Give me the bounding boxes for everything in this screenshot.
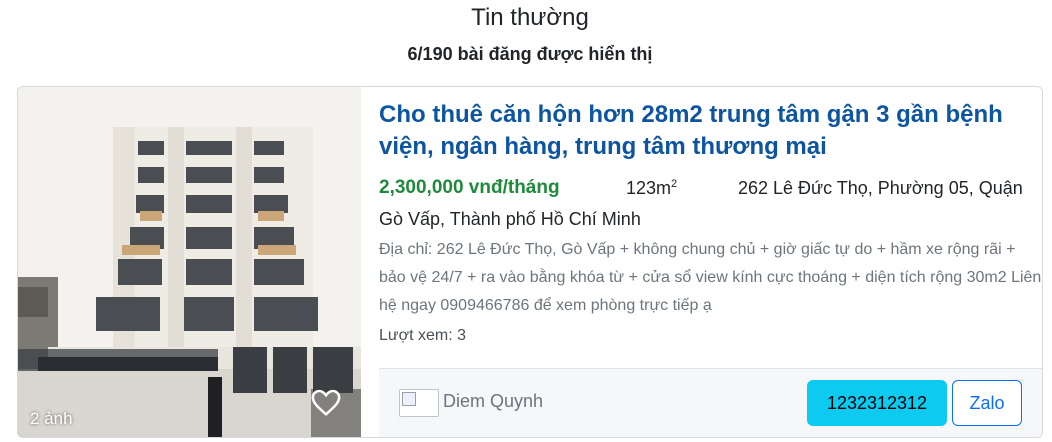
favorite-button[interactable] bbox=[311, 389, 361, 437]
listing-area: 123m2 bbox=[626, 173, 677, 203]
building-image bbox=[18, 87, 361, 437]
listing-title[interactable]: Cho thuê căn hộn hơn 28m2 trung tâm gận … bbox=[379, 99, 1029, 163]
phone-button[interactable]: 1232312312 bbox=[807, 380, 947, 426]
agent-name[interactable]: Diem Quynh bbox=[443, 391, 543, 412]
listing-views: Lượt xem: 3 bbox=[379, 327, 467, 344]
section-title: Tin thường bbox=[471, 4, 589, 31]
listing-card[interactable]: 2 ảnh Cho thuê căn hộn hơn 28m2 trung tâ… bbox=[17, 86, 1043, 438]
listing-description: Địa chỉ: 262 Lê Đức Thọ, Gò Vấp + không … bbox=[379, 241, 1042, 314]
zalo-button[interactable]: Zalo bbox=[952, 380, 1022, 426]
post-count-text: 6/190 bài đăng được hiển thị bbox=[407, 44, 653, 64]
listing-price: 2,300,000 vnđ/tháng bbox=[379, 177, 560, 198]
listing-footer: Diem Quynh 1232312312 Zalo bbox=[379, 368, 1042, 437]
heart-outline-icon bbox=[311, 389, 341, 416]
listing-address-line2: Gò Vấp, Thành phố Hồ Chí Minh bbox=[379, 209, 641, 229]
listing-photo[interactable]: 2 ảnh bbox=[18, 87, 361, 437]
broken-image-icon bbox=[399, 389, 439, 417]
area-value: 123m bbox=[626, 178, 672, 198]
listing-address-line1: 262 Lê Đức Thọ, Phường 05, Quận bbox=[738, 178, 1023, 198]
photo-count: 2 ảnh bbox=[30, 409, 73, 428]
area-unit-superscript: 2 bbox=[671, 178, 678, 190]
listing-meta: 2,300,000 vnđ/tháng 123m2 262 Lê Đức Thọ… bbox=[379, 173, 1042, 203]
